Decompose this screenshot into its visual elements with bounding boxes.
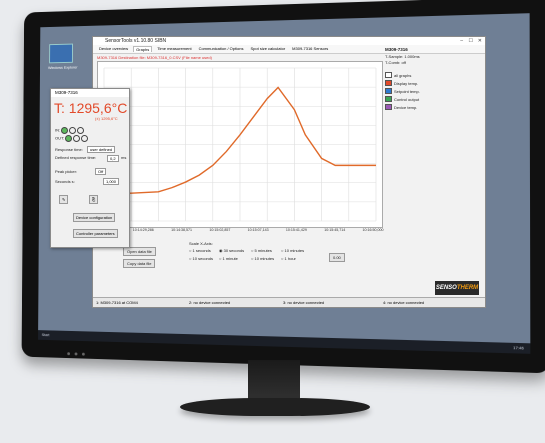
sensotherm-logo: SENSOTHERM — [435, 281, 479, 295]
status-device-3: 3: no device connected — [283, 300, 324, 305]
radio-1h[interactable]: ○ 1 hour — [281, 256, 296, 261]
tab-device-overview[interactable]: Device overview — [97, 46, 130, 52]
legend-label: Device temp. — [394, 105, 417, 110]
x-tick-label: 10:15:41,429 — [286, 228, 307, 232]
status-device-2: 2: no device connected — [189, 300, 230, 305]
radio-1s[interactable]: ○ 1 seconds — [189, 248, 211, 253]
status-bar: 1: M309-7316 at COM4 2: no device connec… — [93, 297, 485, 307]
taskbar-start[interactable]: Start — [42, 332, 50, 337]
legend-swatch[interactable] — [385, 80, 392, 86]
radio-10min[interactable]: ○ 10 minutes — [281, 248, 304, 253]
monitor-base — [180, 398, 370, 416]
taskbar-clock: 17:46 — [513, 345, 524, 351]
defined-response-label: Defined response time: — [55, 155, 96, 160]
peak-picker-label: Peak picker: — [55, 169, 77, 174]
legend-item[interactable]: Device temp. — [385, 104, 481, 110]
tab-sensors[interactable]: M309-7316 Sensors — [290, 46, 330, 52]
copy-data-file-button[interactable]: Copy data file — [123, 259, 155, 268]
legend-item[interactable]: Control output — [385, 96, 481, 102]
window-title: SensorTools v1.10.80 SIBN — [105, 38, 166, 44]
tab-communication[interactable]: Communication / Options — [197, 46, 246, 52]
legend-item[interactable]: Display temp. — [385, 80, 481, 86]
open-data-file-button[interactable]: Open data file — [123, 247, 156, 256]
status-device-4: 4: no device connected — [383, 300, 424, 305]
out-row: OUT: — [55, 135, 89, 142]
minimize-button[interactable]: – — [460, 37, 463, 45]
x-tick-label: 10:14:38,571 — [171, 228, 192, 232]
peak-picker-select[interactable]: Off — [95, 168, 106, 175]
led-icon — [69, 127, 76, 134]
x-tick-label: 10:14:29,286 — [133, 228, 154, 232]
legend-swatch[interactable] — [385, 88, 392, 94]
legend-swatch[interactable] — [385, 104, 392, 110]
x-axis-ticks: 10:13:20,00010:14:29,28610:14:38,57110:1… — [97, 227, 381, 235]
tab-graphs[interactable]: Graphs — [133, 46, 152, 52]
sample-time: T-Sample: 1.000ms — [385, 54, 481, 59]
taskbar: Start 17:46 — [38, 330, 530, 354]
seconds-label: Seconds s: — [55, 179, 75, 184]
device-window-title[interactable]: M309-7316 — [51, 89, 129, 97]
desktop-icon-label: Windows Explorer — [42, 64, 84, 70]
monitor-button[interactable] — [67, 352, 70, 355]
scale-label: Scale X-Axis: — [189, 241, 213, 246]
controller-parameters-button[interactable]: Controller parameters — [73, 229, 118, 238]
radio-1min[interactable]: ○ 1 minute — [219, 256, 238, 261]
value-field[interactable]: 0.00 — [329, 253, 345, 262]
temperature-readout: T: 1295,6°C — [54, 100, 127, 116]
seconds-input[interactable]: 1,000 — [103, 178, 119, 185]
device-window: M309-7316 T: 1295,6°C (±) 1295,6°C IN: O… — [50, 88, 130, 248]
legend-all-label: all graphs — [394, 73, 411, 78]
x-tick-label: 10:15:45,714 — [324, 228, 345, 232]
response-time-select[interactable]: user defined — [87, 146, 115, 153]
sensortools-window: SensorTools v1.10.80 SIBN – ☐ ✕ Device o… — [92, 36, 486, 308]
status-device-1: 1: M309-7316 at COM4 — [96, 300, 138, 305]
pen-button[interactable]: ✎ — [59, 195, 68, 204]
monitor-button[interactable] — [75, 352, 78, 355]
close-button[interactable]: ✕ — [478, 37, 482, 45]
window-title-bar[interactable]: SensorTools v1.10.80 SIBN – ☐ ✕ — [93, 37, 485, 45]
radio-10s[interactable]: ○ 10 seconds — [189, 256, 213, 261]
radio-10min-b[interactable]: ○ 10 minutes — [251, 256, 274, 261]
legend-label: Control output — [394, 97, 419, 102]
graph-options-panel: M309-7316 T-Sample: 1.000ms T-Comb: off … — [385, 47, 481, 225]
radio-5min[interactable]: ○ 5 minutes — [251, 248, 272, 253]
checkbox[interactable] — [385, 72, 392, 78]
radio-30s[interactable]: ◉ 30 seconds — [219, 248, 244, 253]
graph-controls: Time Open data file Copy data file Scale… — [97, 237, 477, 277]
device-configuration-button[interactable]: Device configuration — [73, 213, 115, 222]
tab-spot-size[interactable]: Spot size calculator — [248, 46, 287, 52]
chart-svg — [98, 62, 382, 227]
copy-button[interactable]: ⎘ — [89, 195, 98, 204]
device-name: M309-7316 — [385, 47, 481, 52]
defined-response-unit: ms — [121, 155, 126, 160]
led-icon — [77, 127, 84, 134]
tab-time-measurement[interactable]: Time measurement — [155, 46, 193, 52]
legend-swatch[interactable] — [385, 96, 392, 102]
led-icon — [81, 135, 88, 142]
maximize-button[interactable]: ☐ — [469, 37, 473, 45]
temperature-chart — [97, 61, 383, 228]
x-tick-label: 10:16:50,000 — [363, 228, 384, 232]
in-row: IN: — [55, 127, 85, 134]
led-icon — [73, 135, 80, 142]
explorer-icon[interactable] — [49, 44, 73, 64]
led-icon — [61, 127, 68, 134]
legend-item[interactable]: Setpoint temp. — [385, 88, 481, 94]
comb-time: T-Comb: off — [385, 60, 481, 65]
x-tick-label: 10:15:02,857 — [209, 228, 230, 232]
x-tick-label: 10:15:07,143 — [248, 228, 269, 232]
monitor-button[interactable] — [82, 353, 85, 356]
legend-label: Setpoint temp. — [394, 89, 420, 94]
response-time-label: Response time: — [55, 147, 83, 152]
defined-response-input[interactable]: 0,2 — [107, 155, 119, 162]
led-icon — [65, 135, 72, 142]
temperature-sub: (±) 1295,6°C — [95, 116, 118, 121]
legend-all-graphs[interactable]: all graphs — [385, 72, 481, 78]
legend-label: Display temp. — [394, 81, 418, 86]
